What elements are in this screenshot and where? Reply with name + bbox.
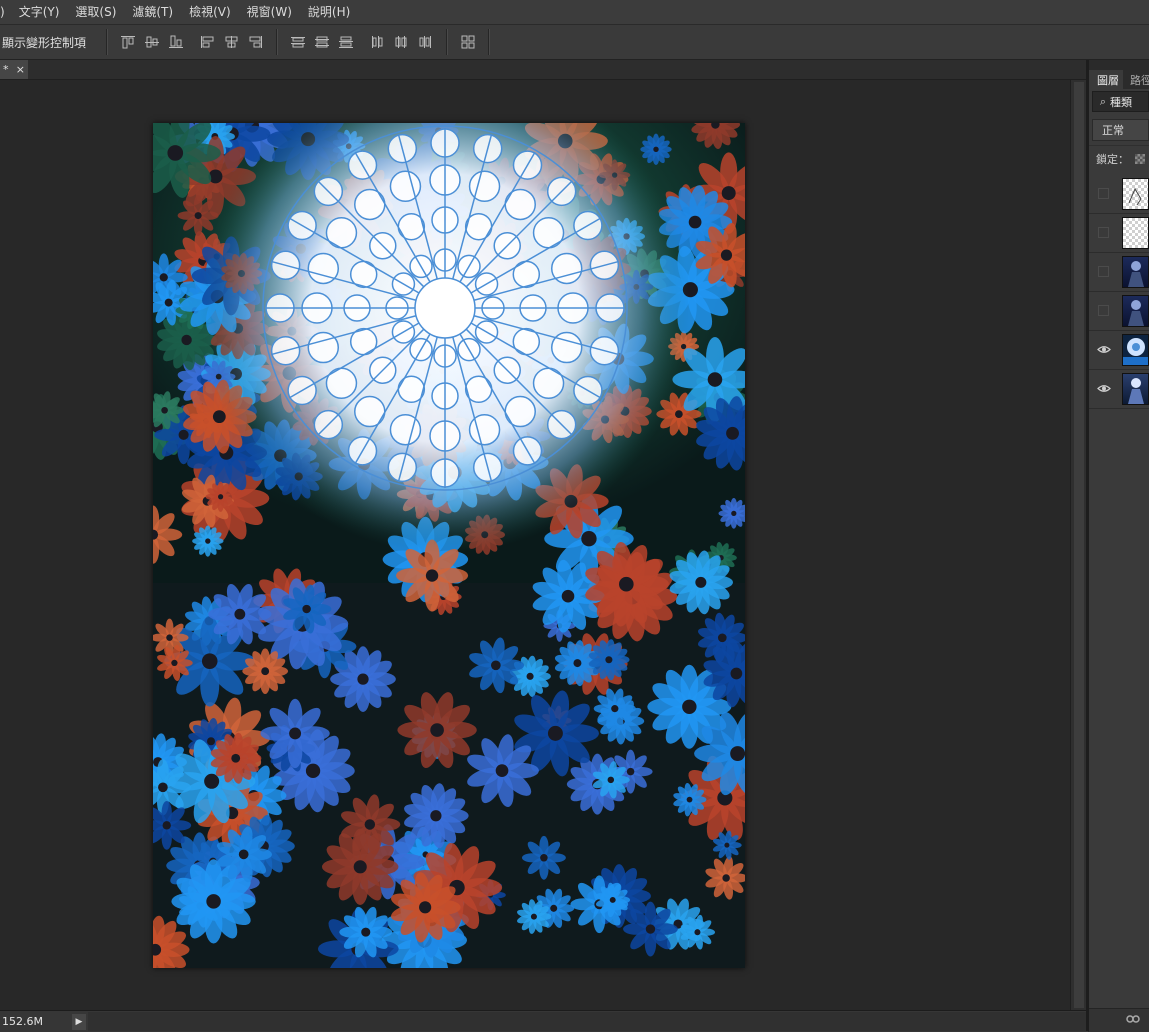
visibility-toggle[interactable] — [1098, 188, 1109, 199]
close-icon[interactable]: × — [16, 63, 25, 76]
search-icon: ⌕ — [1099, 94, 1107, 108]
distribute-left-icon[interactable] — [367, 32, 389, 52]
align-bottom-edges-icon[interactable] — [165, 32, 187, 52]
menu-item-type[interactable]: 文字(Y) — [11, 2, 68, 22]
distribute-top-icon[interactable] — [287, 32, 309, 52]
eye-icon[interactable] — [1097, 344, 1111, 355]
layer-thumbnail[interactable] — [1122, 217, 1149, 249]
align-vertical-centers-icon[interactable] — [141, 32, 163, 52]
filter-kind-label: 種類 — [1110, 95, 1132, 109]
show-transform-controls-label[interactable]: 顯示變形控制項 — [0, 34, 98, 51]
divider — [106, 29, 109, 55]
align-top-edges-icon[interactable] — [117, 32, 139, 52]
distribute-right-icon[interactable] — [415, 32, 437, 52]
panel-tabs: 圖層 路徑 — [1089, 70, 1149, 89]
distribute-horizontal-centers-icon[interactable] — [391, 32, 413, 52]
menu-item-edit[interactable]: ) — [0, 2, 11, 22]
status-bar: 152.6M ▶ — [0, 1010, 1088, 1032]
status-menu-arrow-icon[interactable]: ▶ — [72, 1013, 86, 1030]
options-bar: 顯示變形控制項 — [0, 25, 1149, 60]
layer-row[interactable] — [1089, 370, 1149, 409]
menu-item-window[interactable]: 視窗(W) — [239, 2, 300, 22]
layers-list — [1089, 175, 1149, 409]
visibility-toggle[interactable] — [1098, 266, 1109, 277]
layer-row[interactable] — [1089, 292, 1149, 331]
artwork-image — [153, 123, 745, 968]
layer-row[interactable] — [1089, 331, 1149, 370]
horizontal-scrollbar[interactable] — [88, 1012, 1088, 1031]
distribute-bottom-icon[interactable] — [335, 32, 357, 52]
layer-row[interactable] — [1089, 214, 1149, 253]
align-left-edges-icon[interactable] — [197, 32, 219, 52]
vertical-scrollbar[interactable] — [1070, 80, 1087, 1010]
layer-row[interactable] — [1089, 253, 1149, 292]
divider — [446, 29, 449, 55]
divider — [276, 29, 279, 55]
menu-item-filter[interactable]: 濾鏡(T) — [124, 2, 181, 22]
align-horizontal-centers-icon[interactable] — [221, 32, 243, 52]
menu-bar: ) 文字(Y) 選取(S) 濾鏡(T) 檢視(V) 視窗(W) 說明(H) — [0, 0, 1149, 25]
menu-item-select[interactable]: 選取(S) — [67, 2, 124, 22]
document-size-readout: 152.6M — [2, 1015, 43, 1028]
divider — [488, 29, 491, 55]
lock-transparent-pixels-icon[interactable] — [1135, 153, 1145, 164]
menu-item-help[interactable]: 說明(H) — [300, 2, 358, 22]
lock-label: 鎖定： — [1096, 152, 1129, 166]
tab-paths[interactable]: 路徑 — [1123, 70, 1149, 89]
menu-item-view[interactable]: 檢視(V) — [181, 2, 239, 22]
document-tab-label: * — [3, 63, 9, 76]
panel-header — [1089, 60, 1149, 70]
layer-thumbnail[interactable] — [1122, 256, 1149, 288]
lock-row: 鎖定： — [1089, 145, 1149, 171]
tab-layers[interactable]: 圖層 — [1089, 70, 1123, 89]
panel-footer — [1089, 1008, 1149, 1032]
layer-thumbnail[interactable] — [1122, 178, 1149, 210]
auto-align-layers-icon[interactable] — [457, 32, 479, 52]
distribute-vertical-centers-icon[interactable] — [311, 32, 333, 52]
visibility-toggle[interactable] — [1098, 227, 1109, 238]
layers-panel: 圖層 路徑 ⌕ 種類 正常 鎖定： — [1089, 60, 1149, 1032]
layer-thumbnail[interactable] — [1122, 295, 1149, 327]
visibility-toggle[interactable] — [1098, 305, 1109, 316]
document-canvas[interactable] — [153, 123, 745, 968]
blend-mode-select[interactable]: 正常 — [1092, 119, 1149, 141]
layer-filter-select[interactable]: ⌕ 種類 — [1092, 91, 1149, 112]
layer-thumbnail[interactable] — [1122, 334, 1149, 366]
layer-thumbnail[interactable] — [1122, 373, 1149, 405]
document-tab-strip: * × — [0, 60, 1086, 80]
link-layers-icon[interactable] — [1126, 1014, 1140, 1024]
eye-icon[interactable] — [1097, 383, 1111, 394]
align-right-edges-icon[interactable] — [245, 32, 267, 52]
layer-row[interactable] — [1089, 175, 1149, 214]
document-tab[interactable]: * × — [0, 60, 28, 79]
